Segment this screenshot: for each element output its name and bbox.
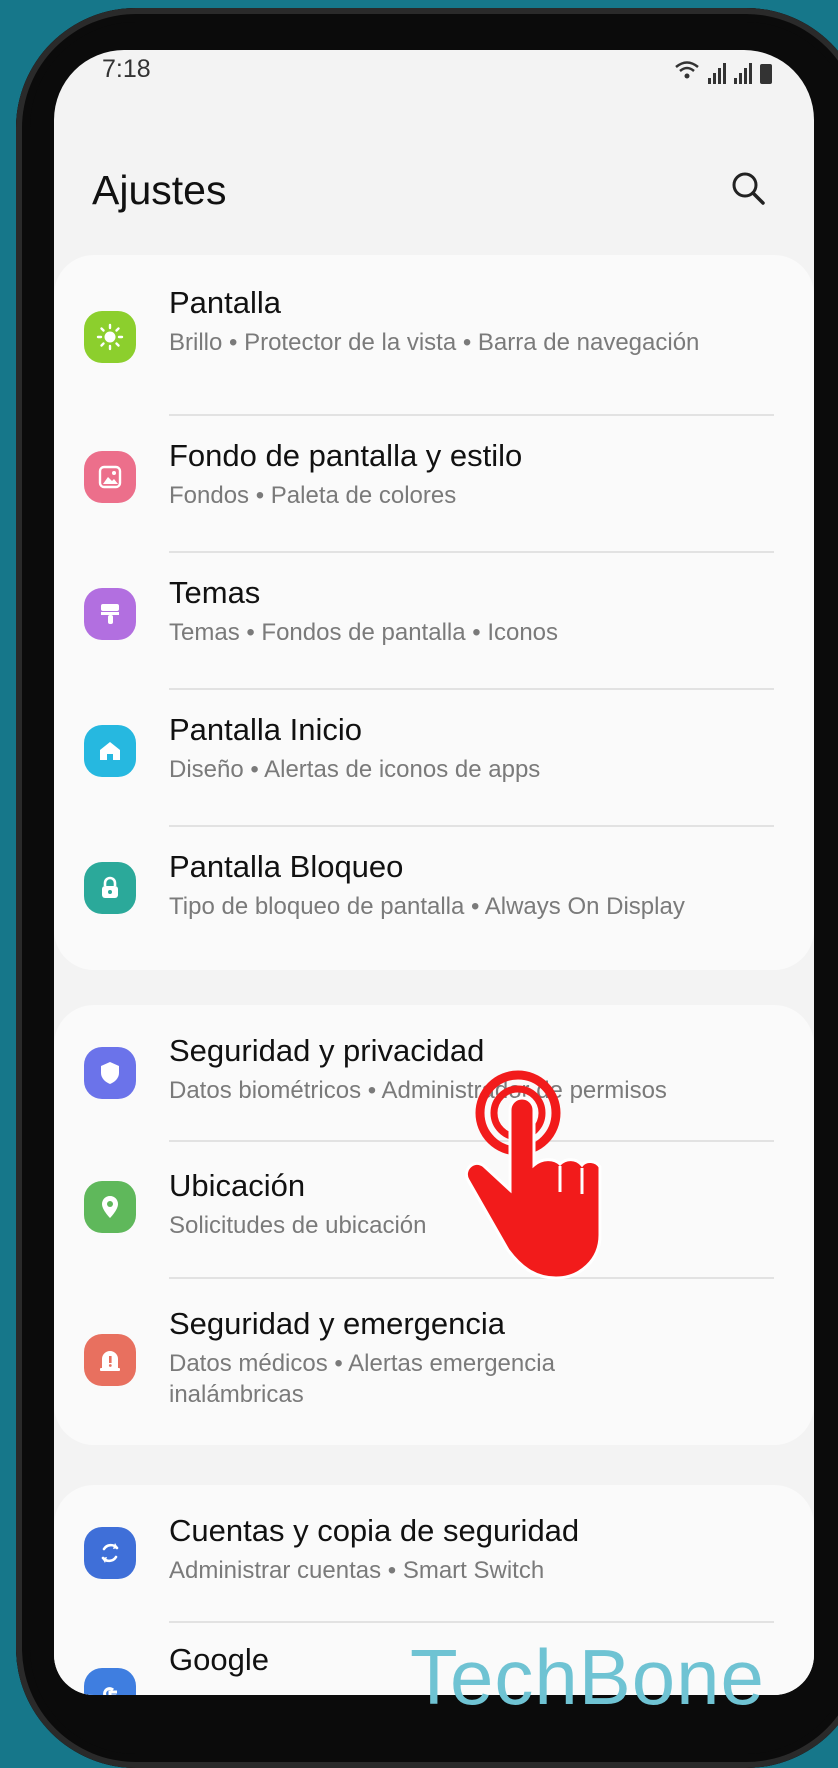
settings-screen: 7:18 Ajustes Pantalla Brillo • Protector… (54, 50, 814, 1695)
item-subtitle: Datos médicos • Alertas emergencia inalá… (169, 1350, 555, 1408)
item-title: Ubicación (169, 1168, 306, 1203)
item-title: Seguridad y emergencia (169, 1306, 506, 1341)
settings-item-pantalla[interactable]: Pantalla Brillo • Protector de la vista … (54, 255, 814, 415)
item-subtitle: Brillo • Protector de la vista • Barra d… (169, 329, 700, 356)
settings-group-display: Pantalla Brillo • Protector de la vista … (54, 255, 814, 970)
header: Ajustes (92, 155, 784, 235)
shield-icon (84, 1047, 136, 1099)
google-icon (84, 1668, 136, 1695)
item-subtitle: Solicitudes de ubicación (169, 1212, 427, 1239)
settings-item-pantalla-bloqueo[interactable]: Pantalla Bloqueo Tipo de bloqueo de pant… (54, 826, 814, 970)
settings-item-ubicacion[interactable]: Ubicación Solicitudes de ubicación (54, 1141, 814, 1278)
settings-item-pantalla-inicio[interactable]: Pantalla Inicio Diseño • Alertas de icon… (54, 689, 814, 826)
sync-icon (84, 1527, 136, 1579)
settings-group-security: Seguridad y privacidad Datos biométricos… (54, 1005, 814, 1445)
status-icons (674, 60, 772, 84)
settings-item-temas[interactable]: Temas Temas • Fondos de pantalla • Icono… (54, 552, 814, 689)
search-icon (732, 172, 765, 205)
paintbrush-icon (84, 588, 136, 640)
page-title: Ajustes (92, 167, 227, 213)
item-title: Google (169, 1642, 269, 1677)
item-subtitle: Diseño • Alertas de iconos de apps (169, 756, 541, 783)
item-title: Pantalla (169, 285, 282, 320)
settings-item-seguridad-emergencia[interactable]: Seguridad y emergencia Datos médicos • A… (54, 1278, 814, 1445)
item-subtitle: Administrar cuentas • Smart Switch (169, 1557, 545, 1584)
item-title: Pantalla Inicio (169, 712, 363, 747)
lock-icon (84, 862, 136, 914)
item-subtitle: Tipo de bloqueo de pantalla • Always On … (169, 893, 685, 920)
item-subtitle: Fondos • Paleta de colores (169, 482, 457, 509)
search-button[interactable] (724, 165, 774, 215)
wifi-icon (674, 60, 700, 84)
home-icon (84, 725, 136, 777)
item-title: Seguridad y privacidad (169, 1033, 485, 1068)
image-icon (84, 451, 136, 503)
item-subtitle: Temas • Fondos de pantalla • Iconos (169, 619, 559, 646)
battery-icon (760, 64, 772, 84)
alert-icon (84, 1334, 136, 1386)
signal-icon-2 (734, 62, 752, 84)
status-time: 7:18 (102, 55, 151, 83)
signal-icon (708, 62, 726, 84)
tap-hand-icon (465, 1070, 602, 1280)
settings-item-seguridad-privacidad[interactable]: Seguridad y privacidad Datos biométricos… (54, 1005, 814, 1141)
settings-item-cuentas[interactable]: Cuentas y copia de seguridad Administrar… (54, 1485, 814, 1622)
item-title: Pantalla Bloqueo (169, 849, 404, 884)
item-title: Fondo de pantalla y estilo (169, 438, 523, 473)
watermark-logo: TechBone (410, 1633, 765, 1721)
sun-icon (84, 311, 136, 363)
location-pin-icon (84, 1181, 136, 1233)
status-bar: 7:18 (54, 50, 814, 120)
item-title: Cuentas y copia de seguridad (169, 1513, 580, 1548)
settings-item-fondo-de-pantalla[interactable]: Fondo de pantalla y estilo Fondos • Pale… (54, 415, 814, 552)
item-title: Temas (169, 575, 261, 610)
